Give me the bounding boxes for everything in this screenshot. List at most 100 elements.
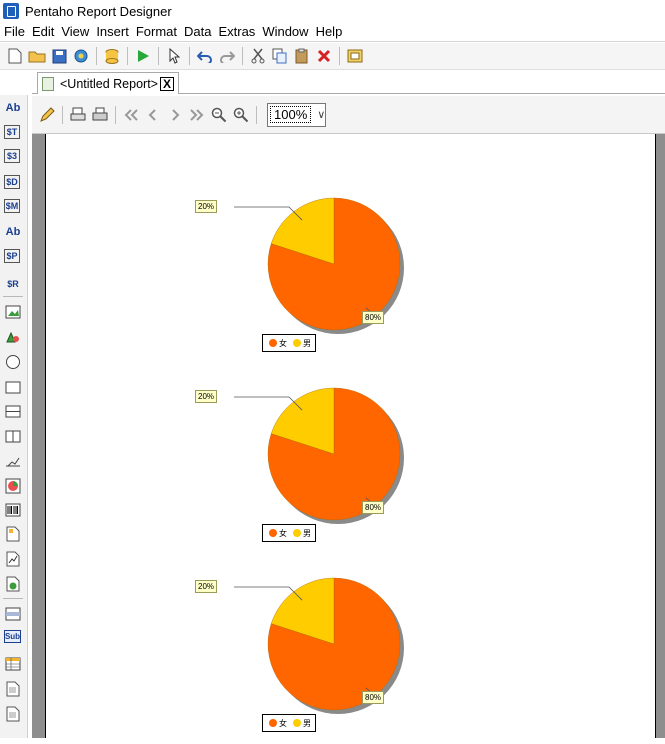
slice-label-female: 80% bbox=[362, 501, 385, 514]
next-page-icon[interactable] bbox=[164, 104, 186, 126]
palette-resource-message-icon[interactable]: $R bbox=[4, 275, 22, 293]
chart-legend: 女 男 bbox=[262, 714, 316, 732]
slice-label-male: 20% bbox=[195, 200, 218, 213]
palette-number-field-icon[interactable]: $3 bbox=[4, 149, 20, 163]
palette-separator bbox=[3, 598, 23, 599]
toolbar-separator bbox=[242, 47, 243, 65]
palette-date-field-icon[interactable]: $D bbox=[4, 175, 20, 189]
previous-page-icon[interactable] bbox=[142, 104, 164, 126]
menu-extras[interactable]: Extras bbox=[218, 24, 255, 39]
slice-label-female: 80% bbox=[362, 311, 385, 324]
legend-label-male: 男 bbox=[303, 718, 311, 728]
palette-ellipse-icon[interactable] bbox=[4, 353, 22, 371]
delete-icon[interactable] bbox=[313, 45, 335, 67]
toolbar-separator bbox=[158, 47, 159, 65]
toolbar-separator bbox=[256, 105, 257, 124]
palette-sparkline-bar-icon[interactable] bbox=[4, 525, 22, 543]
select-icon[interactable] bbox=[163, 45, 185, 67]
palette-band-icon[interactable] bbox=[4, 605, 22, 623]
toolbar-separator bbox=[127, 47, 128, 65]
legend-label-male: 男 bbox=[303, 528, 311, 538]
palette-doc2-icon[interactable] bbox=[4, 705, 22, 723]
legend-label-female: 女 bbox=[279, 528, 287, 538]
print-preview-icon[interactable] bbox=[67, 104, 89, 126]
palette-message-field-icon[interactable]: $M bbox=[4, 199, 20, 213]
palette-survey-scale-icon[interactable] bbox=[4, 453, 22, 471]
toolbar-separator bbox=[339, 47, 340, 65]
menu-insert[interactable]: Insert bbox=[96, 24, 129, 39]
palette-vertical-line-icon[interactable] bbox=[4, 428, 22, 446]
menu-window[interactable]: Window bbox=[262, 24, 308, 39]
legend-swatch-female bbox=[269, 339, 277, 347]
zoom-out-icon[interactable] bbox=[208, 104, 230, 126]
element-palette: Ab $T $3 $D $M Ab $P $R Sub bbox=[0, 95, 28, 738]
chart-legend: 女 男 bbox=[262, 334, 316, 352]
format-toolbar: 100% ∨ bbox=[32, 96, 665, 134]
pentaho-app-icon bbox=[3, 3, 19, 19]
menu-format[interactable]: Format bbox=[136, 24, 177, 39]
copy-icon[interactable] bbox=[269, 45, 291, 67]
legend-label-female: 女 bbox=[279, 718, 287, 728]
pie-chart-3[interactable]: 20% 80% 女 男 bbox=[195, 554, 436, 744]
toolbar-separator bbox=[115, 105, 116, 124]
cut-icon[interactable] bbox=[247, 45, 269, 67]
undo-icon[interactable] bbox=[194, 45, 216, 67]
wizard-icon[interactable] bbox=[344, 45, 366, 67]
palette-subreport-icon[interactable]: Sub bbox=[4, 630, 21, 643]
menu-file[interactable]: File bbox=[4, 24, 25, 39]
close-icon[interactable]: X bbox=[159, 76, 174, 91]
publish-icon[interactable] bbox=[70, 45, 92, 67]
open-folder-icon[interactable] bbox=[26, 45, 48, 67]
palette-sparkline-line-icon[interactable] bbox=[4, 550, 22, 568]
datasource-icon[interactable] bbox=[101, 45, 123, 67]
last-page-icon[interactable] bbox=[186, 104, 208, 126]
new-file-icon[interactable] bbox=[4, 45, 26, 67]
palette-text-field-icon[interactable]: $T bbox=[4, 125, 20, 139]
slice-label-male: 20% bbox=[195, 390, 218, 403]
print-icon[interactable] bbox=[89, 104, 111, 126]
chevron-down-icon: ∨ bbox=[317, 109, 326, 121]
palette-chart-icon[interactable] bbox=[4, 477, 22, 495]
zoom-value: 100% bbox=[270, 106, 312, 123]
legend-swatch-male bbox=[293, 339, 301, 347]
menu-data[interactable]: Data bbox=[184, 24, 211, 39]
palette-doc-icon[interactable] bbox=[4, 680, 22, 698]
tab-untitled-report[interactable]: <Untitled Report> X bbox=[37, 72, 179, 94]
window-title: Pentaho Report Designer bbox=[25, 3, 172, 19]
pie-chart-1[interactable]: 20% 80% 女 男 bbox=[195, 174, 436, 364]
chart-legend: 女 男 bbox=[262, 524, 316, 542]
legend-swatch-female bbox=[269, 719, 277, 727]
palette-label-icon[interactable]: Ab bbox=[4, 99, 22, 117]
menu-bar: File Edit View Insert Format Data Extras… bbox=[0, 22, 665, 42]
toolbar-separator bbox=[62, 105, 63, 124]
slice-label-female: 80% bbox=[362, 691, 385, 704]
legend-swatch-female bbox=[269, 529, 277, 537]
zoom-in-icon[interactable] bbox=[230, 104, 252, 126]
edit-pencil-icon[interactable] bbox=[36, 104, 58, 126]
menu-edit[interactable]: Edit bbox=[32, 24, 54, 39]
tab-label: <Untitled Report> bbox=[60, 76, 158, 91]
run-icon[interactable] bbox=[132, 45, 154, 67]
palette-sparkline-pie-icon[interactable] bbox=[4, 575, 22, 593]
menu-help[interactable]: Help bbox=[316, 24, 343, 39]
report-page: 20% 80% 女 男 20% 80% 女 男 20% 80% 女 男 bbox=[45, 134, 656, 738]
menu-view[interactable]: View bbox=[61, 24, 89, 39]
palette-table-icon[interactable] bbox=[4, 655, 22, 673]
legend-label-female: 女 bbox=[279, 338, 287, 348]
palette-image-field-icon[interactable] bbox=[4, 303, 22, 321]
paste-icon[interactable] bbox=[291, 45, 313, 67]
palette-image-icon[interactable] bbox=[4, 328, 22, 346]
palette-separator bbox=[3, 296, 23, 297]
redo-icon[interactable] bbox=[216, 45, 238, 67]
save-icon[interactable] bbox=[48, 45, 70, 67]
first-page-icon[interactable] bbox=[120, 104, 142, 126]
palette-resource-label-icon[interactable]: Ab bbox=[4, 223, 22, 241]
zoom-select[interactable]: 100% ∨ bbox=[267, 102, 326, 127]
main-toolbar bbox=[0, 43, 665, 70]
palette-horizontal-line-icon[interactable] bbox=[4, 403, 22, 421]
palette-barcode-icon[interactable] bbox=[4, 501, 22, 519]
pie-chart-2[interactable]: 20% 80% 女 男 bbox=[195, 364, 436, 554]
palette-resource-field-icon[interactable]: $P bbox=[4, 249, 20, 263]
slice-label-male: 20% bbox=[195, 580, 218, 593]
palette-rectangle-icon[interactable] bbox=[4, 379, 22, 397]
